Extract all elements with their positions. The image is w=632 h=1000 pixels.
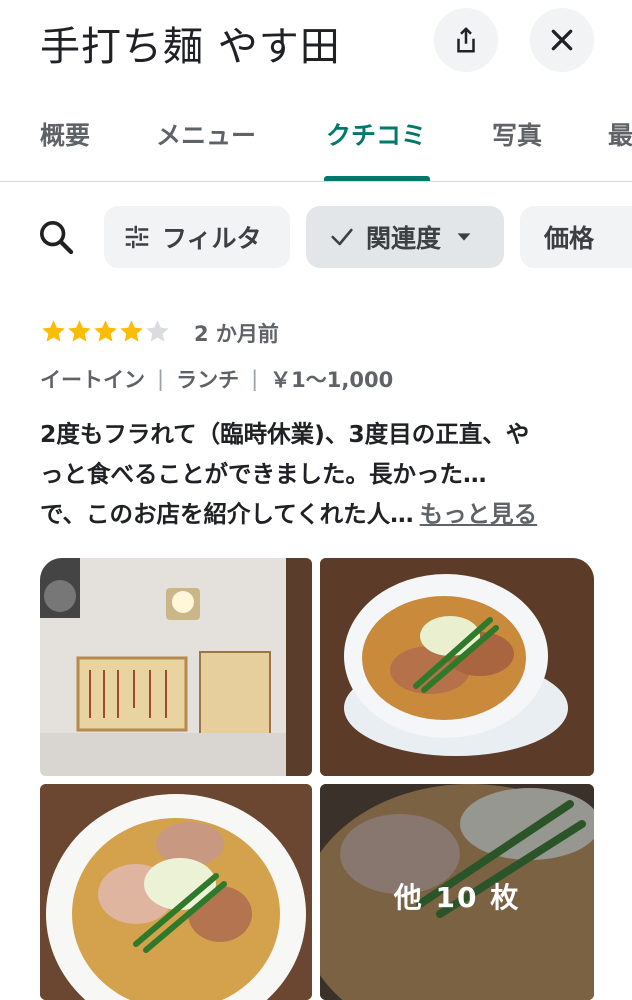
meta-price: ￥1～1,000: [270, 368, 394, 392]
storefront-image: [40, 558, 312, 776]
filter-label: フィルタ: [162, 224, 262, 253]
tab-photos[interactable]: 写真: [492, 116, 542, 152]
review-date: 2 か月前: [194, 322, 279, 346]
tab-reviews[interactable]: クチコミ: [326, 116, 426, 152]
meta-meal: ランチ: [176, 368, 240, 392]
active-tab-indicator: [324, 176, 430, 181]
photos-more-label: 他 10 枚: [393, 881, 521, 914]
sort-dropdown[interactable]: 関連度: [306, 206, 504, 268]
dropdown-arrow-icon: [457, 233, 471, 241]
price-label: 価格: [544, 224, 595, 253]
tab-overview[interactable]: 概要: [40, 116, 90, 152]
review-meta: イートイン | ランチ | ￥1～1,000: [40, 364, 393, 394]
review-photo-ramen-2[interactable]: [40, 784, 312, 1000]
price-filter-button[interactable]: 価格: [520, 206, 632, 268]
star-filled-icon: [42, 320, 65, 342]
tune-icon: [125, 225, 149, 249]
review-text: 2度もフラれて（臨時休業)、3度目の正直、や っと食べることができました。長かっ…: [40, 414, 610, 534]
close-button[interactable]: [530, 8, 594, 72]
review-line-last: で、このお店を紹介してくれた人… もっと見る: [40, 494, 610, 534]
ramen-closeup-image: [40, 784, 312, 1000]
share-button[interactable]: [434, 8, 498, 72]
meta-separator: |: [157, 367, 165, 391]
search-icon[interactable]: [36, 217, 76, 257]
share-icon: [457, 27, 475, 53]
more-link[interactable]: もっと見る: [420, 500, 538, 528]
star-filled-icon: [68, 320, 91, 342]
ramen-image: [320, 558, 594, 776]
meta-service: イートイン: [40, 368, 145, 392]
review-photo-storefront[interactable]: [40, 558, 312, 776]
review-photo-ramen-1[interactable]: [320, 558, 594, 776]
meta-separator: |: [251, 367, 259, 391]
tab-bar: 概要 メニュー クチコミ 写真 最: [0, 96, 632, 182]
sort-label: 関連度: [366, 224, 442, 253]
place-title: 手打ち麺 やす田: [40, 24, 341, 70]
star-rating: [40, 318, 170, 345]
star-empty-icon: [146, 320, 169, 342]
star-filled-icon: [120, 320, 143, 342]
tab-more[interactable]: 最: [608, 116, 632, 152]
review-line: っと食べることができました。長かった…: [40, 460, 487, 488]
check-icon: [331, 228, 353, 246]
review-line: で、このお店を紹介してくれた人…: [40, 500, 414, 528]
star-filled-icon: [94, 320, 117, 342]
close-icon: [551, 29, 573, 51]
tab-menu[interactable]: メニュー: [156, 116, 256, 152]
filter-button[interactable]: フィルタ: [104, 206, 290, 268]
review-photo-more[interactable]: 他 10 枚: [320, 784, 594, 1000]
review-line: 2度もフラれて（臨時休業)、3度目の正直、や: [40, 420, 530, 448]
